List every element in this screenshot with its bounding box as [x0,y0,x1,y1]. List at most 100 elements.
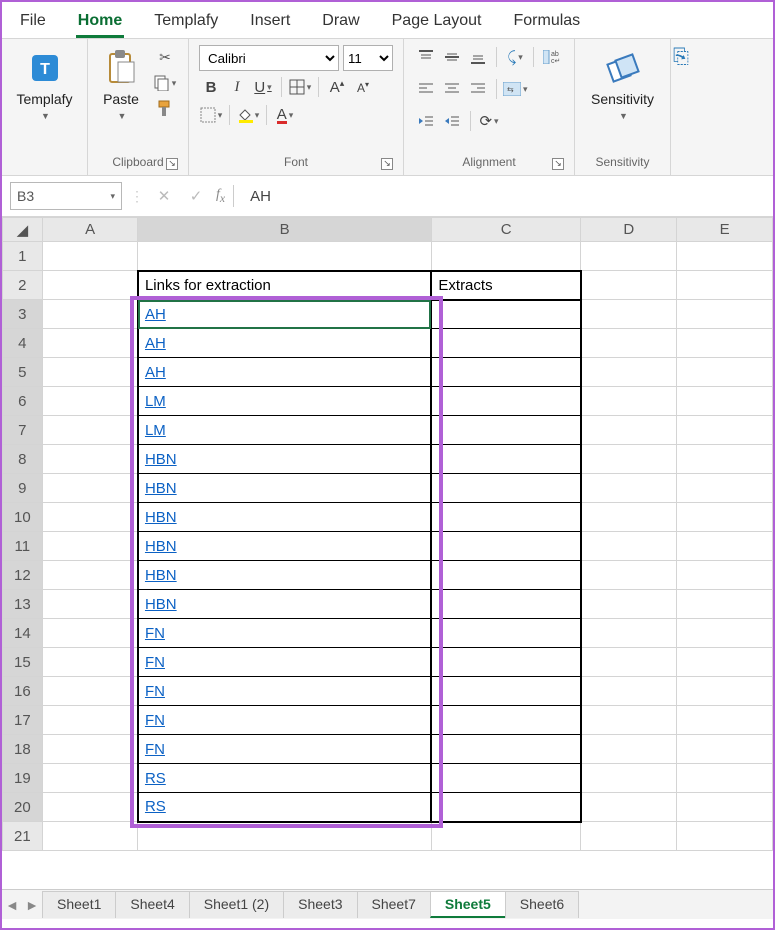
link-14[interactable]: FN [145,625,165,642]
sensitivity-button[interactable]: Sensitivity ▼ [587,45,658,121]
cell-D7[interactable] [581,416,677,445]
cell-E6[interactable] [677,387,773,416]
font-name-select[interactable]: Calibri [199,45,339,71]
row-header-8[interactable]: 8 [3,445,43,474]
cell-B9[interactable]: HBN [138,474,431,503]
cell-B18[interactable]: FN [138,735,431,764]
cell-B8[interactable]: HBN [138,445,431,474]
sheet-tab-Sheet1[interactable]: Sheet1 [42,891,116,918]
sheet-tab-Sheet6[interactable]: Sheet6 [505,891,579,918]
cell-A10[interactable] [42,503,138,532]
cell-A16[interactable] [42,677,138,706]
cell-C2[interactable]: Extracts [431,271,581,300]
cell-B17[interactable]: FN [138,706,431,735]
link-20[interactable]: RS [145,798,166,815]
cell-E20[interactable] [677,793,773,822]
tab-home[interactable]: Home [62,6,138,38]
cell-E17[interactable] [677,706,773,735]
cell-A8[interactable] [42,445,138,474]
format-painter-button[interactable] [152,97,178,121]
link-11[interactable]: HBN [145,538,177,555]
cell-E1[interactable] [677,242,773,271]
sheet-tab-Sheet1-2-[interactable]: Sheet1 (2) [189,891,284,918]
sheet-tab-Sheet7[interactable]: Sheet7 [357,891,431,918]
cancel-edit-button[interactable]: ✕ [152,184,176,208]
cell-E12[interactable] [677,561,773,590]
link-5[interactable]: AH [145,364,166,381]
cell-D15[interactable] [581,648,677,677]
cell-C16[interactable] [431,677,581,706]
row-header-17[interactable]: 17 [3,706,43,735]
cell-D14[interactable] [581,619,677,648]
row-header-13[interactable]: 13 [3,590,43,619]
align-left-button[interactable] [414,77,438,101]
row-header-20[interactable]: 20 [3,793,43,822]
row-header-5[interactable]: 5 [3,358,43,387]
cell-E4[interactable] [677,329,773,358]
row-header-2[interactable]: 2 [3,271,43,300]
cell-C17[interactable] [431,706,581,735]
cut-button[interactable]: ✂ [152,45,178,69]
cell-B5[interactable]: AH [138,358,431,387]
worksheet-grid[interactable]: ◢ABCDE12Links for extractionExtracts3AH4… [2,217,773,889]
cell-A2[interactable] [42,271,138,300]
wrap-text-button[interactable]: abc↵ [540,45,564,69]
confirm-edit-button[interactable]: ✓ [184,184,208,208]
sheet-tab-Sheet3[interactable]: Sheet3 [283,891,357,918]
cell-E15[interactable] [677,648,773,677]
cell-D5[interactable] [581,358,677,387]
cell-B20[interactable]: RS [138,793,431,822]
cell-D8[interactable] [581,445,677,474]
link-18[interactable]: FN [145,741,165,758]
cell-C7[interactable] [431,416,581,445]
tab-templafy[interactable]: Templafy [138,6,234,38]
cell-B11[interactable]: HBN [138,532,431,561]
increase-indent-button[interactable] [440,109,464,133]
cell-A17[interactable] [42,706,138,735]
cell-B15[interactable]: FN [138,648,431,677]
tab-draw[interactable]: Draw [306,6,375,38]
cell-C13[interactable] [431,590,581,619]
align-middle-button[interactable] [440,45,464,69]
column-header-B[interactable]: B [138,218,431,242]
cell-C12[interactable] [431,561,581,590]
cell-B2[interactable]: Links for extraction [138,271,431,300]
link-6[interactable]: LM [145,393,166,410]
cell-C3[interactable] [431,300,581,329]
row-header-14[interactable]: 14 [3,619,43,648]
link-12[interactable]: HBN [145,567,177,584]
cell-C6[interactable] [431,387,581,416]
align-center-button[interactable] [440,77,464,101]
cell-D11[interactable] [581,532,677,561]
rotate-button[interactable]: ⟳▾ [477,109,501,133]
border-button[interactable]: ▾ [288,75,312,99]
cell-D13[interactable] [581,590,677,619]
cell-A6[interactable] [42,387,138,416]
align-right-button[interactable] [466,77,490,101]
fx-icon[interactable]: fx [216,187,225,205]
cell-D18[interactable] [581,735,677,764]
cell-D21[interactable] [581,822,677,851]
cell-D6[interactable] [581,387,677,416]
link-3[interactable]: AH [145,306,166,323]
borders-dropdown[interactable]: ▾ [199,103,223,127]
cell-A12[interactable] [42,561,138,590]
formula-input[interactable]: AH [242,188,765,205]
underline-button[interactable]: U▾ [251,75,275,99]
link-4[interactable]: AH [145,335,166,352]
cell-A1[interactable] [42,242,138,271]
row-header-12[interactable]: 12 [3,561,43,590]
row-header-11[interactable]: 11 [3,532,43,561]
cell-E5[interactable] [677,358,773,387]
cell-B6[interactable]: LM [138,387,431,416]
row-header-1[interactable]: 1 [3,242,43,271]
tab-file[interactable]: File [4,6,62,38]
cell-E2[interactable] [677,271,773,300]
link-15[interactable]: FN [145,654,165,671]
sheet-nav-next[interactable]: ► [22,897,42,913]
sheet-nav-prev[interactable]: ◄ [2,897,22,913]
row-header-19[interactable]: 19 [3,764,43,793]
link-8[interactable]: HBN [145,451,177,468]
font-color-button[interactable]: A▾ [273,103,297,127]
row-header-10[interactable]: 10 [3,503,43,532]
